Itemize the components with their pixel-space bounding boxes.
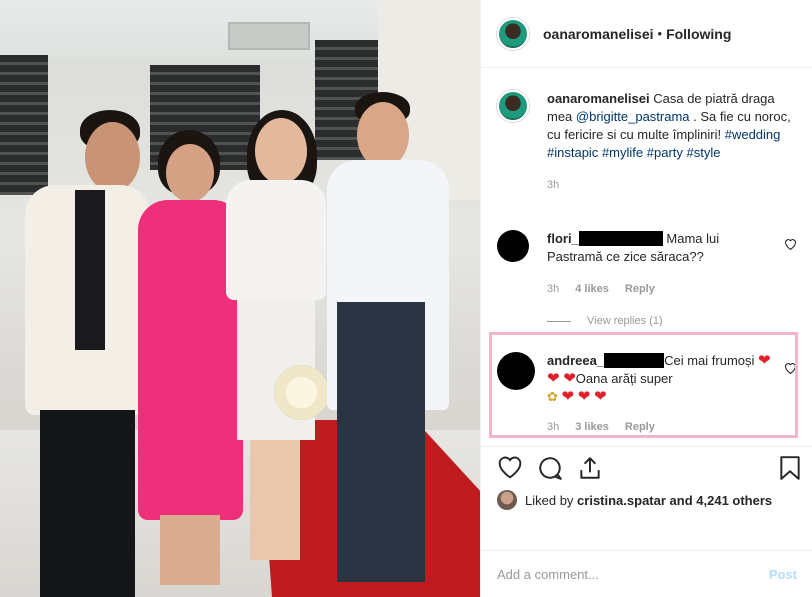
reply-button[interactable]: Reply xyxy=(625,280,655,298)
share-icon[interactable] xyxy=(577,455,603,484)
avatar[interactable] xyxy=(497,17,529,50)
likes-prefix: Liked by xyxy=(525,492,574,508)
caption-mention[interactable]: @brigitte_pastrama xyxy=(576,109,690,124)
ceiling-vent xyxy=(228,22,310,50)
post-caption: oanaromanelisei Casa de piatră draga mea… xyxy=(497,90,797,194)
hashtag-party[interactable]: #party xyxy=(647,145,683,160)
comment-input[interactable]: Add a comment... xyxy=(497,567,599,582)
hashtag-style[interactable]: #style xyxy=(687,145,721,160)
redaction-bar xyxy=(578,231,663,246)
view-replies-label: View replies (1) xyxy=(587,315,663,327)
add-comment-bar: Add a comment... Post xyxy=(481,550,812,597)
post-actions xyxy=(481,446,812,492)
comment-avatar[interactable] xyxy=(497,230,529,262)
comment-time[interactable]: 3h xyxy=(547,280,559,298)
liker-avatar[interactable] xyxy=(497,490,517,510)
divider xyxy=(547,320,571,322)
hashtag-instapic[interactable]: #instapic xyxy=(547,145,598,160)
header-username[interactable]: oanaromanelisei xyxy=(543,26,654,42)
hashtag-mylife[interactable]: #mylife xyxy=(602,145,643,160)
liker-username[interactable]: cristina.spatar xyxy=(577,493,666,508)
comment: flori_ Mama lui Pastramă ce zice săraca?… xyxy=(497,230,797,298)
highlight-box xyxy=(489,332,798,438)
following-button[interactable]: Following xyxy=(666,26,731,42)
caption-username[interactable]: oanaromanelisei xyxy=(547,91,650,106)
comment-like-heart-icon[interactable] xyxy=(784,238,797,253)
heart-icon[interactable] xyxy=(497,455,523,482)
post-photo[interactable] xyxy=(0,0,480,597)
caption-avatar[interactable] xyxy=(497,90,529,122)
post-header: oanaromanelisei • Following xyxy=(481,0,812,68)
bouquet xyxy=(274,365,329,420)
likes-others[interactable]: and 4,241 others xyxy=(670,493,773,508)
person-man-white-shirt xyxy=(325,92,455,592)
comment-likes[interactable]: 4 likes xyxy=(575,280,609,298)
post-side-panel: oanaromanelisei • Following oanaromaneli… xyxy=(480,0,812,597)
bookmark-icon[interactable] xyxy=(779,455,801,484)
person-bride-white-dress xyxy=(222,110,332,570)
comment-icon[interactable] xyxy=(537,455,563,484)
hashtag-wedding[interactable]: #wedding xyxy=(725,127,781,142)
likes-summary: Liked by cristina.spatar and 4,241 other… xyxy=(497,490,772,510)
separator-dot: • xyxy=(657,26,663,41)
post-button[interactable]: Post xyxy=(769,567,797,582)
view-replies-button[interactable]: View replies (1) xyxy=(547,315,663,327)
comment-username[interactable]: flori_ xyxy=(547,231,579,246)
caption-time[interactable]: 3h xyxy=(547,176,797,194)
